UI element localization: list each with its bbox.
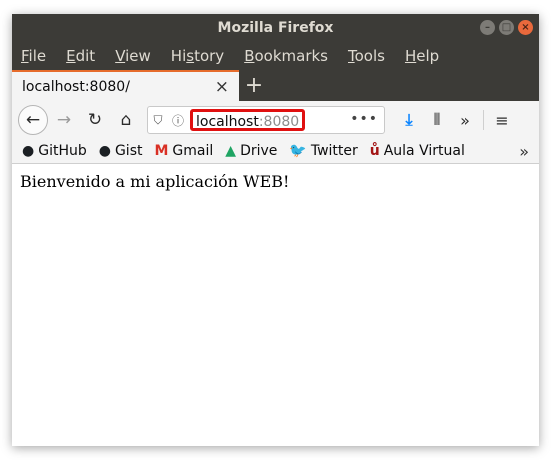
menu-file[interactable]: File xyxy=(21,47,46,65)
bookmark-label: Gist xyxy=(114,143,143,159)
github-icon: ● xyxy=(22,143,35,159)
menu-bookmarks[interactable]: Bookmarks xyxy=(244,47,328,65)
menu-tools[interactable]: Tools xyxy=(348,47,385,65)
bookmarks-overflow-icon[interactable]: » xyxy=(519,142,529,161)
url-text-highlighted[interactable]: localhost:8080 xyxy=(190,109,306,131)
bookmark-drive[interactable]: ▲ Drive xyxy=(225,143,277,159)
window-title: Mozilla Firefox xyxy=(217,20,334,36)
reload-button[interactable]: ↻ xyxy=(81,106,109,134)
tab-localhost[interactable]: localhost:8080/ × xyxy=(12,70,239,101)
bookmarks-toolbar: ● GitHub ● Gist M Gmail ▲ Drive 🐦 Twitte… xyxy=(12,139,539,164)
url-bar[interactable]: ⛉ ⓘ localhost:8080 ••• xyxy=(147,106,385,134)
menu-edit[interactable]: Edit xyxy=(66,47,95,65)
gist-icon: ● xyxy=(98,143,111,159)
twitter-icon: 🐦 xyxy=(289,143,307,159)
menu-history[interactable]: History xyxy=(171,47,224,65)
url-port: :8080 xyxy=(258,114,300,130)
navigation-toolbar: ← → ↻ ⌂ ⛉ ⓘ localhost:8080 ••• ⤓ ⫴ » ≡ xyxy=(12,101,539,139)
bookmark-gist[interactable]: ● Gist xyxy=(99,143,143,159)
gmail-icon: M xyxy=(154,143,169,159)
tab-title: localhost:8080/ xyxy=(22,78,130,95)
bookmark-twitter[interactable]: 🐦 Twitter xyxy=(289,143,357,159)
menu-bar: File Edit View History Bookmarks Tools H… xyxy=(12,42,539,70)
page-actions-icon[interactable]: ••• xyxy=(350,111,378,127)
close-tab-icon[interactable]: × xyxy=(215,77,229,97)
minimize-button[interactable]: – xyxy=(480,20,495,35)
download-icon[interactable]: ⤓ xyxy=(395,110,423,130)
home-button[interactable]: ⌂ xyxy=(112,106,140,134)
menu-help[interactable]: Help xyxy=(405,47,439,65)
bookmark-label: Twitter xyxy=(310,143,358,159)
toolbar-separator xyxy=(483,110,484,130)
bookmark-github[interactable]: ● GitHub xyxy=(22,143,87,159)
forward-button[interactable]: → xyxy=(50,106,78,134)
page-content: Bienvenido a mi aplicación WEB! xyxy=(12,164,539,199)
toolbar-right: ⤓ ⫴ » ≡ xyxy=(395,110,516,130)
tracking-shield-icon[interactable]: ⛉ xyxy=(148,113,168,128)
library-icon[interactable]: ⫴ xyxy=(423,110,451,130)
menu-view[interactable]: View xyxy=(115,47,151,65)
overflow-icon[interactable]: » xyxy=(451,111,479,130)
welcome-text: Bienvenido a mi aplicación WEB! xyxy=(20,172,290,191)
bookmark-aula-virtual[interactable]: ů Aula Virtual xyxy=(370,143,465,159)
bookmark-label: GitHub xyxy=(38,143,87,159)
tab-strip: localhost:8080/ × + xyxy=(12,70,539,101)
bookmark-label: Drive xyxy=(240,143,278,159)
bookmark-label: Gmail xyxy=(172,143,214,159)
aula-virtual-icon: ů xyxy=(369,143,380,159)
browser-window: Mozilla Firefox – □ × File Edit View His… xyxy=(12,14,539,446)
bookmark-label: Aula Virtual xyxy=(383,143,465,159)
close-window-button[interactable]: × xyxy=(518,20,533,35)
drive-icon: ▲ xyxy=(225,143,237,159)
new-tab-button[interactable]: + xyxy=(239,70,269,101)
bookmark-gmail[interactable]: M Gmail xyxy=(154,143,213,159)
title-bar: Mozilla Firefox – □ × xyxy=(12,14,539,42)
maximize-button[interactable]: □ xyxy=(499,20,514,35)
url-host: localhost xyxy=(196,114,259,130)
back-button[interactable]: ← xyxy=(18,105,48,135)
window-controls: – □ × xyxy=(480,20,533,35)
hamburger-menu-icon[interactable]: ≡ xyxy=(488,111,516,130)
site-info-icon[interactable]: ⓘ xyxy=(168,112,188,129)
